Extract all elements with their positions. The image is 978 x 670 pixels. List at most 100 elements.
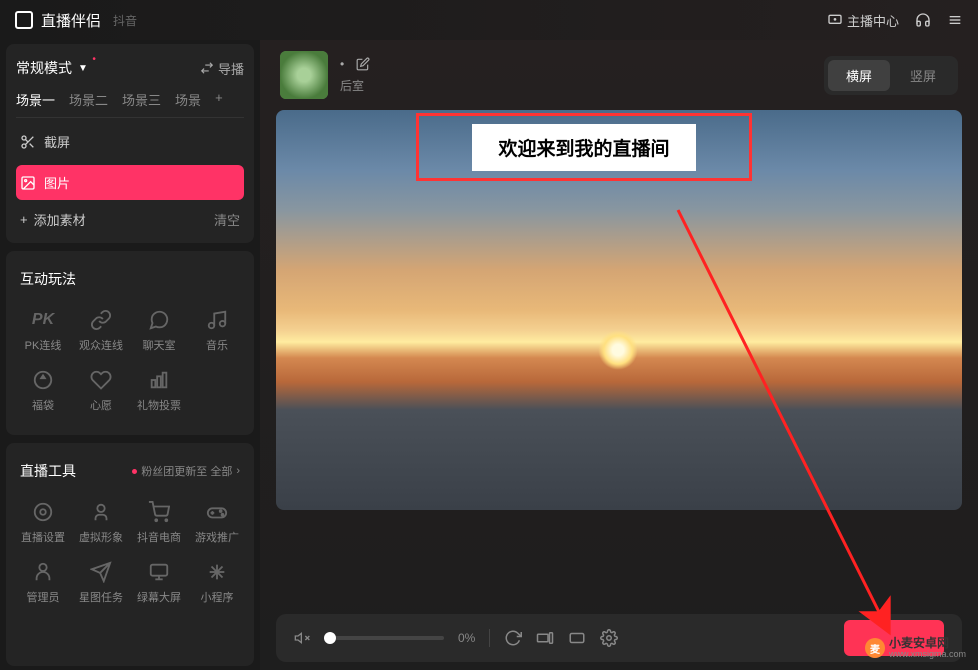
device-icon[interactable] xyxy=(536,629,554,647)
welcome-text-box[interactable]: 欢迎来到我的直播间 xyxy=(416,113,752,181)
plus-icon: + xyxy=(20,212,28,227)
chatroom-button[interactable]: 聊天室 xyxy=(132,303,186,359)
bag-icon xyxy=(32,369,54,391)
edit-icon[interactable] xyxy=(356,57,370,71)
volume-muted-icon[interactable] xyxy=(294,630,310,646)
monitor-icon xyxy=(148,561,170,583)
main-area: 常规模式 ▼ 导播 场景一 场景二 场景三 场景 + 截屏 xyxy=(0,40,978,670)
bottom-toolbar: 0% xyxy=(276,614,962,662)
scene-thumbnail[interactable] xyxy=(280,51,328,99)
image-icon xyxy=(20,175,36,191)
watermark-logo-icon: 麦 xyxy=(865,638,885,658)
ecommerce-button[interactable]: 抖音电商 xyxy=(132,495,186,551)
camera-icon[interactable] xyxy=(568,629,586,647)
scene-section: 常规模式 ▼ 导播 场景一 场景二 场景三 场景 + 截屏 xyxy=(6,44,254,243)
preview-wrapper: 欢迎来到我的直播间 xyxy=(260,110,978,614)
top-bar: 直播伴侣 抖音 主播中心 xyxy=(0,0,978,40)
refresh-icon[interactable] xyxy=(504,629,522,647)
scene-tabs: 场景一 场景二 场景三 场景 + xyxy=(16,88,244,118)
add-material-row: + 添加素材 清空 xyxy=(16,200,244,233)
image-tool[interactable]: 图片 xyxy=(16,165,244,200)
chevron-right-icon: › xyxy=(236,465,240,477)
gear-icon[interactable] xyxy=(600,629,618,647)
pk-icon: PK xyxy=(32,309,54,331)
interactive-header: 互动玩法 xyxy=(16,261,244,297)
game-promo-button[interactable]: 游戏推广 xyxy=(190,495,244,551)
cart-icon xyxy=(148,501,170,523)
scene-tab-3[interactable]: 场景三 xyxy=(122,90,161,115)
green-screen-button[interactable]: 绿幕大屏 xyxy=(132,555,186,611)
live-settings-button[interactable]: 直播设置 xyxy=(16,495,70,551)
mode-dropdown[interactable]: 常规模式 ▼ xyxy=(16,58,88,78)
tools-grid: 直播设置 虚拟形象 抖音电商 游戏推广 管理员 xyxy=(16,489,244,617)
heart-icon xyxy=(90,369,112,391)
menu-icon[interactable] xyxy=(947,12,963,28)
top-right-controls: 主播中心 xyxy=(827,11,963,30)
clear-button[interactable]: 清空 xyxy=(214,210,240,229)
thumbnail-group: • 后室 xyxy=(280,51,370,99)
volume-thumb[interactable] xyxy=(324,632,336,644)
host-center-link[interactable]: 主播中心 xyxy=(827,11,899,30)
lucky-bag-button[interactable]: 福袋 xyxy=(16,363,70,419)
scene-tab-2[interactable]: 场景二 xyxy=(69,90,108,115)
content-header: • 后室 横屏 竖屏 xyxy=(260,40,978,110)
volume-slider[interactable] xyxy=(324,636,444,640)
divider xyxy=(489,629,490,647)
portrait-button[interactable]: 竖屏 xyxy=(892,60,954,91)
interactive-grid: PK PK连线 观众连线 聊天室 音乐 福袋 xyxy=(16,297,244,425)
import-button[interactable]: 导播 xyxy=(200,59,244,78)
add-material-button[interactable]: + 添加素材 xyxy=(20,210,86,229)
app-brand: 直播伴侣 抖音 xyxy=(15,10,137,31)
add-scene-button[interactable]: + xyxy=(215,90,223,115)
scissors-icon xyxy=(20,134,36,150)
vote-icon xyxy=(148,369,170,391)
watermark: 麦 小麦安卓网 www.xmsigma.com xyxy=(865,637,966,660)
scene-tab-1[interactable]: 场景一 xyxy=(16,90,55,115)
link-icon xyxy=(90,309,112,331)
sparkle-icon xyxy=(206,561,228,583)
audience-link-button[interactable]: 观众连线 xyxy=(74,303,128,359)
chat-icon xyxy=(148,309,170,331)
target-icon xyxy=(32,501,54,523)
tools-section: 直播工具 粉丝团更新至 全部 › 直播设置 虚拟形象 抖音 xyxy=(6,443,254,666)
music-button[interactable]: 音乐 xyxy=(190,303,244,359)
interactive-section: 互动玩法 PK PK连线 观众连线 聊天室 音乐 xyxy=(6,251,254,435)
status-dot-icon: • xyxy=(340,57,344,71)
app-logo-icon xyxy=(15,11,33,29)
tools-update-link[interactable]: 粉丝团更新至 全部 › xyxy=(132,463,240,479)
sidebar: 常规模式 ▼ 导播 场景一 场景二 场景三 场景 + 截屏 xyxy=(0,40,260,670)
gift-vote-button[interactable]: 礼物投票 xyxy=(132,363,186,419)
gamepad-icon xyxy=(206,501,228,523)
admin-button[interactable]: 管理员 xyxy=(16,555,70,611)
paper-plane-icon xyxy=(90,561,112,583)
wish-button[interactable]: 心愿 xyxy=(74,363,128,419)
volume-percent: 0% xyxy=(458,631,475,645)
avatar-button[interactable]: 虚拟形象 xyxy=(74,495,128,551)
watermark-url: www.xmsigma.com xyxy=(889,650,966,660)
backroom-label: 后室 xyxy=(340,77,370,94)
content-area: • 后室 横屏 竖屏 欢迎来到我的直播间 xyxy=(260,40,978,670)
welcome-text: 欢迎来到我的直播间 xyxy=(472,124,695,171)
preview-canvas[interactable]: 欢迎来到我的直播间 xyxy=(276,110,962,510)
sun-graphic xyxy=(598,330,638,370)
headphones-icon[interactable] xyxy=(915,12,931,28)
star-task-button[interactable]: 星图任务 xyxy=(74,555,128,611)
music-icon xyxy=(206,309,228,331)
tv-icon xyxy=(827,12,843,28)
app-title: 直播伴侣 xyxy=(41,10,101,31)
admin-icon xyxy=(32,561,54,583)
pk-link-button[interactable]: PK PK连线 xyxy=(16,303,70,359)
tools-header: 直播工具 粉丝团更新至 全部 › xyxy=(16,453,244,489)
mode-row: 常规模式 ▼ 导播 xyxy=(16,54,244,88)
dot-red-icon xyxy=(132,469,137,474)
mini-app-button[interactable]: 小程序 xyxy=(190,555,244,611)
status-indicators: • xyxy=(340,57,370,71)
app-subtitle: 抖音 xyxy=(113,12,137,29)
landscape-button[interactable]: 横屏 xyxy=(828,60,890,91)
caret-down-icon: ▼ xyxy=(78,63,88,74)
screenshot-tool[interactable]: 截屏 xyxy=(16,124,244,159)
orientation-toggle: 横屏 竖屏 xyxy=(824,56,958,95)
person-icon xyxy=(90,501,112,523)
scene-tab-4[interactable]: 场景 xyxy=(175,90,201,115)
swap-icon xyxy=(200,61,214,75)
